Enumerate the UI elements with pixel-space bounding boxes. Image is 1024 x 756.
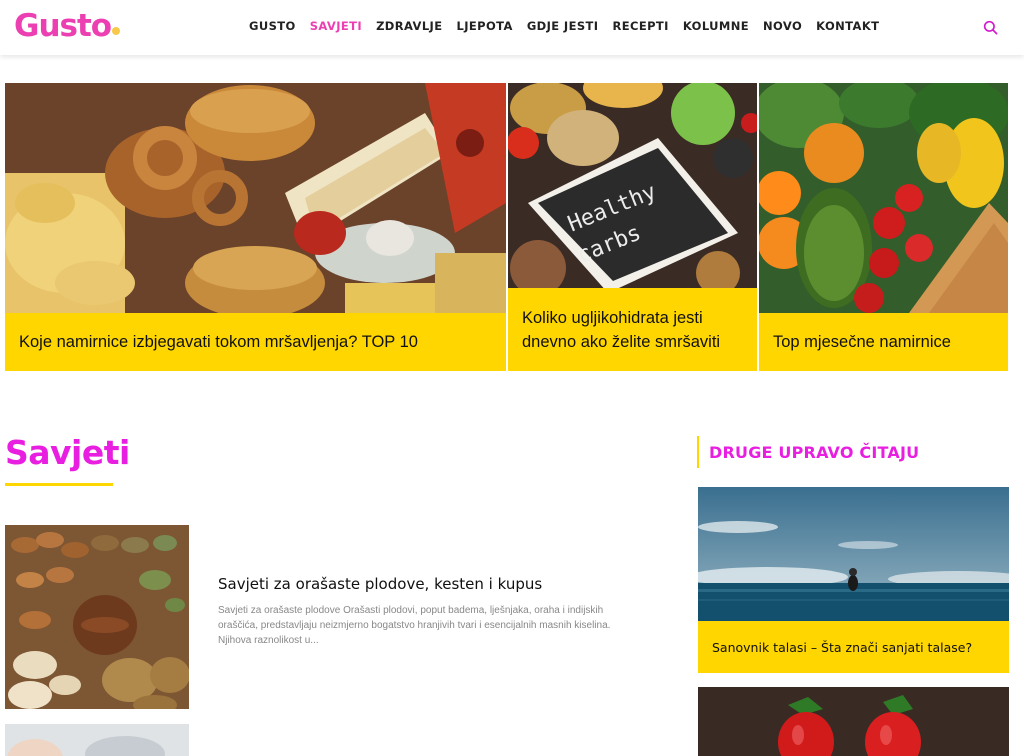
search-icon[interactable] [983,20,998,35]
section-underline [5,483,113,486]
nav-item-recepti[interactable]: RECEPTI [612,19,668,33]
nav-item-gusto[interactable]: GUSTO [249,19,296,33]
post-thumbnail[interactable] [5,525,189,709]
sidebar-card-strawberries[interactable] [698,687,1009,756]
sidebar-card-title: Sanovnik talasi – Šta znači sanjati tala… [698,621,1009,673]
baby-image [5,724,189,756]
featured-card-title: Koliko ugljikohidrata jesti dnevno ako ž… [508,288,757,371]
nav-item-ljepota[interactable]: LJEPOTA [456,19,512,33]
logo-dot [112,27,121,35]
fast-food-image [5,83,506,313]
post-excerpt: Savjeti za orašaste plodove Orašasti plo… [218,605,611,646]
strawberries-image [698,687,1009,756]
featured-card-fast-food[interactable]: Koje namirnice izbjegavati tokom mršavlj… [5,83,506,371]
featured-card-healthy-carbs[interactable]: Healthy carbs Koliko ugljikohidrata jest… [508,83,757,371]
nav-item-novo[interactable]: NOVO [763,19,802,33]
post-title[interactable]: Savjeti za orašaste plodove, kesten i ku… [218,575,542,593]
featured-articles: Koje namirnice izbjegavati tokom mršavlj… [5,83,1008,371]
nav-item-savjeti[interactable]: SAVJETI [310,19,362,33]
featured-card-title: Koje namirnice izbjegavati tokom mršavlj… [5,313,506,371]
nav-item-kontakt[interactable]: KONTAKT [816,19,879,33]
vegetables-image [759,83,1008,313]
site-logo[interactable]: Gusto [14,8,121,44]
sidebar-card-sea[interactable]: Sanovnik talasi – Šta znači sanjati tala… [698,487,1009,673]
post-thumbnail-2[interactable] [5,724,189,756]
sidebar-title: DRUGE UPRAVO ČITAJU [709,443,920,462]
site-header: Gusto GUSTO SAVJETI ZDRAVLJE LJEPOTA GDJ… [0,0,1024,55]
featured-card-vegetables[interactable]: Top mjesečne namirnice [759,83,1008,371]
nav-item-gdje-jesti[interactable]: GDJE JESTI [527,19,599,33]
sidebar-accent [697,436,699,468]
section-title: Savjeti [5,433,130,472]
healthy-carbs-image: Healthy carbs [508,83,757,288]
sea-surfer-image [698,487,1009,621]
featured-card-title: Top mjesečne namirnice [759,313,1008,371]
nav-item-kolumne[interactable]: KOLUMNE [683,19,749,33]
nav-item-zdravlje[interactable]: ZDRAVLJE [376,19,442,33]
nuts-image [5,525,189,709]
main-nav: GUSTO SAVJETI ZDRAVLJE LJEPOTA GDJE JEST… [249,19,893,33]
